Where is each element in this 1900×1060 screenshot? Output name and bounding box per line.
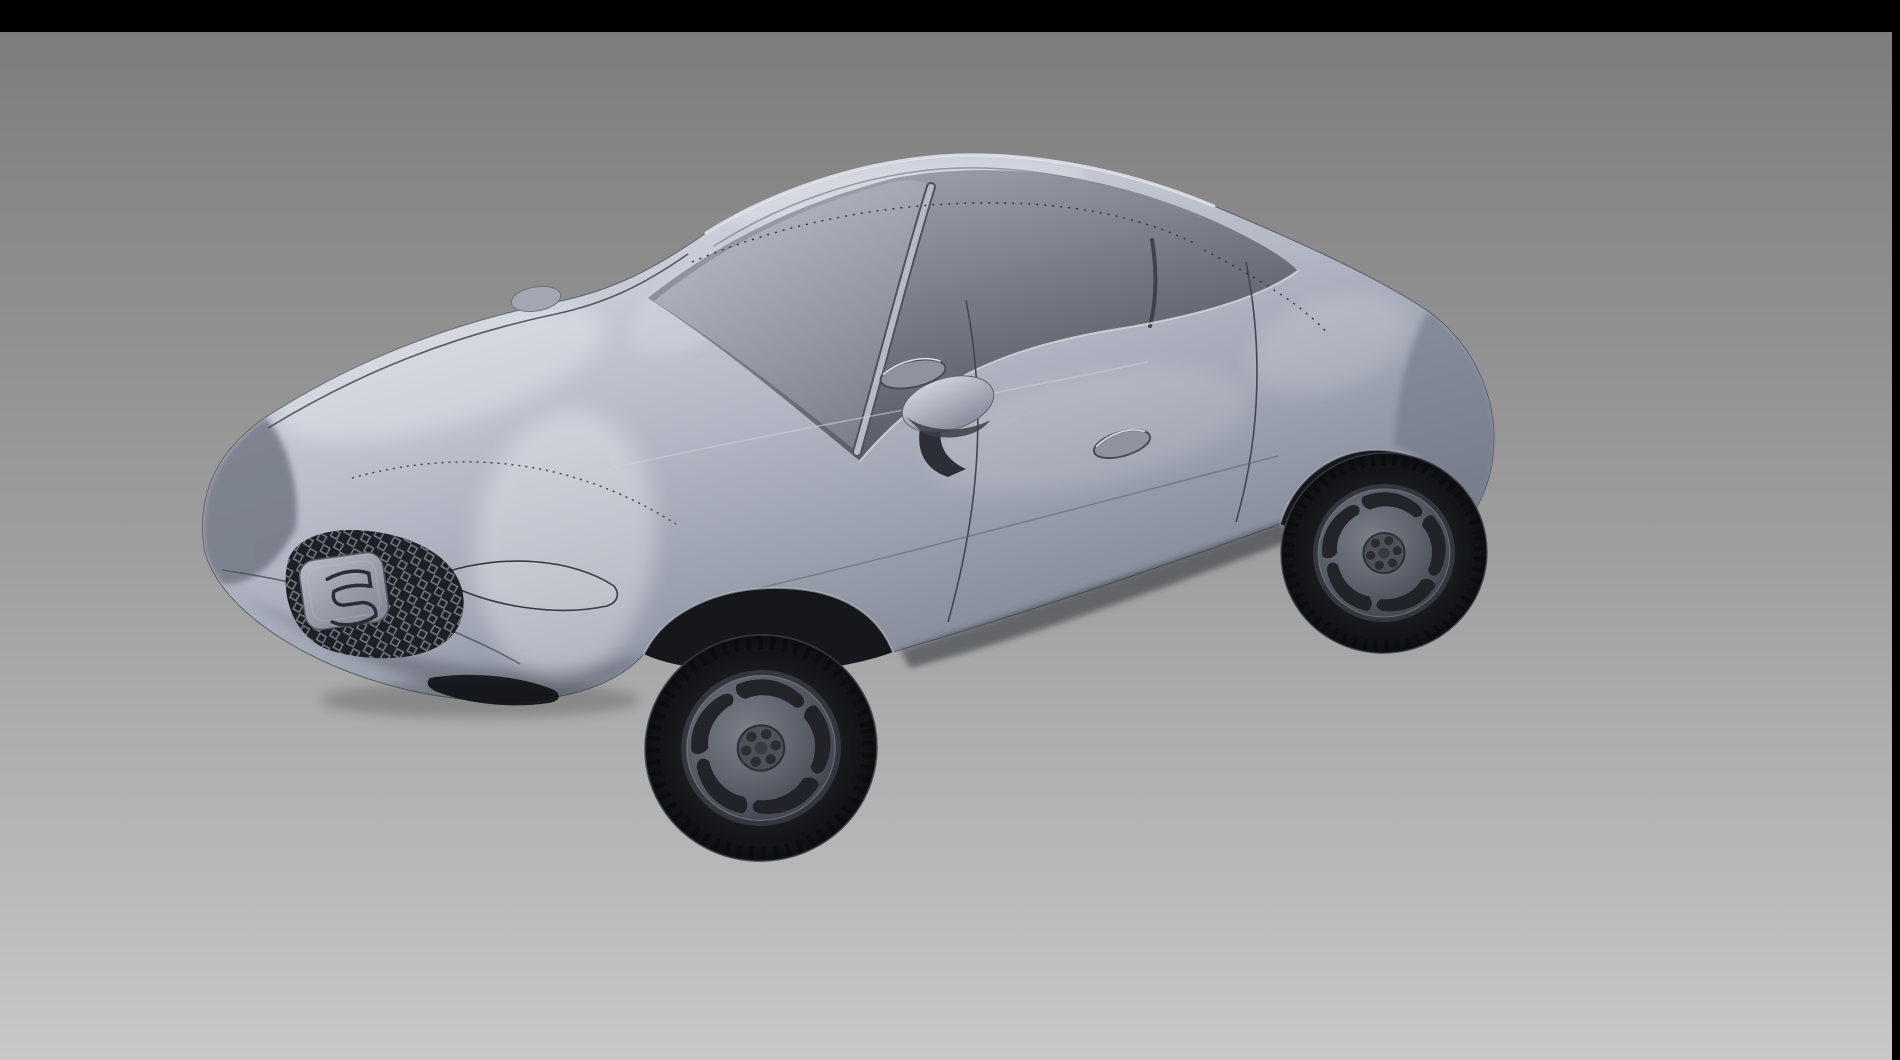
badge-plate	[298, 550, 391, 631]
top-bar	[0, 0, 1900, 32]
render-window	[0, 0, 1900, 1060]
render-viewport[interactable]	[0, 0, 1900, 1060]
right-bar	[1892, 0, 1900, 1060]
under-bumper-shadow	[320, 682, 640, 718]
